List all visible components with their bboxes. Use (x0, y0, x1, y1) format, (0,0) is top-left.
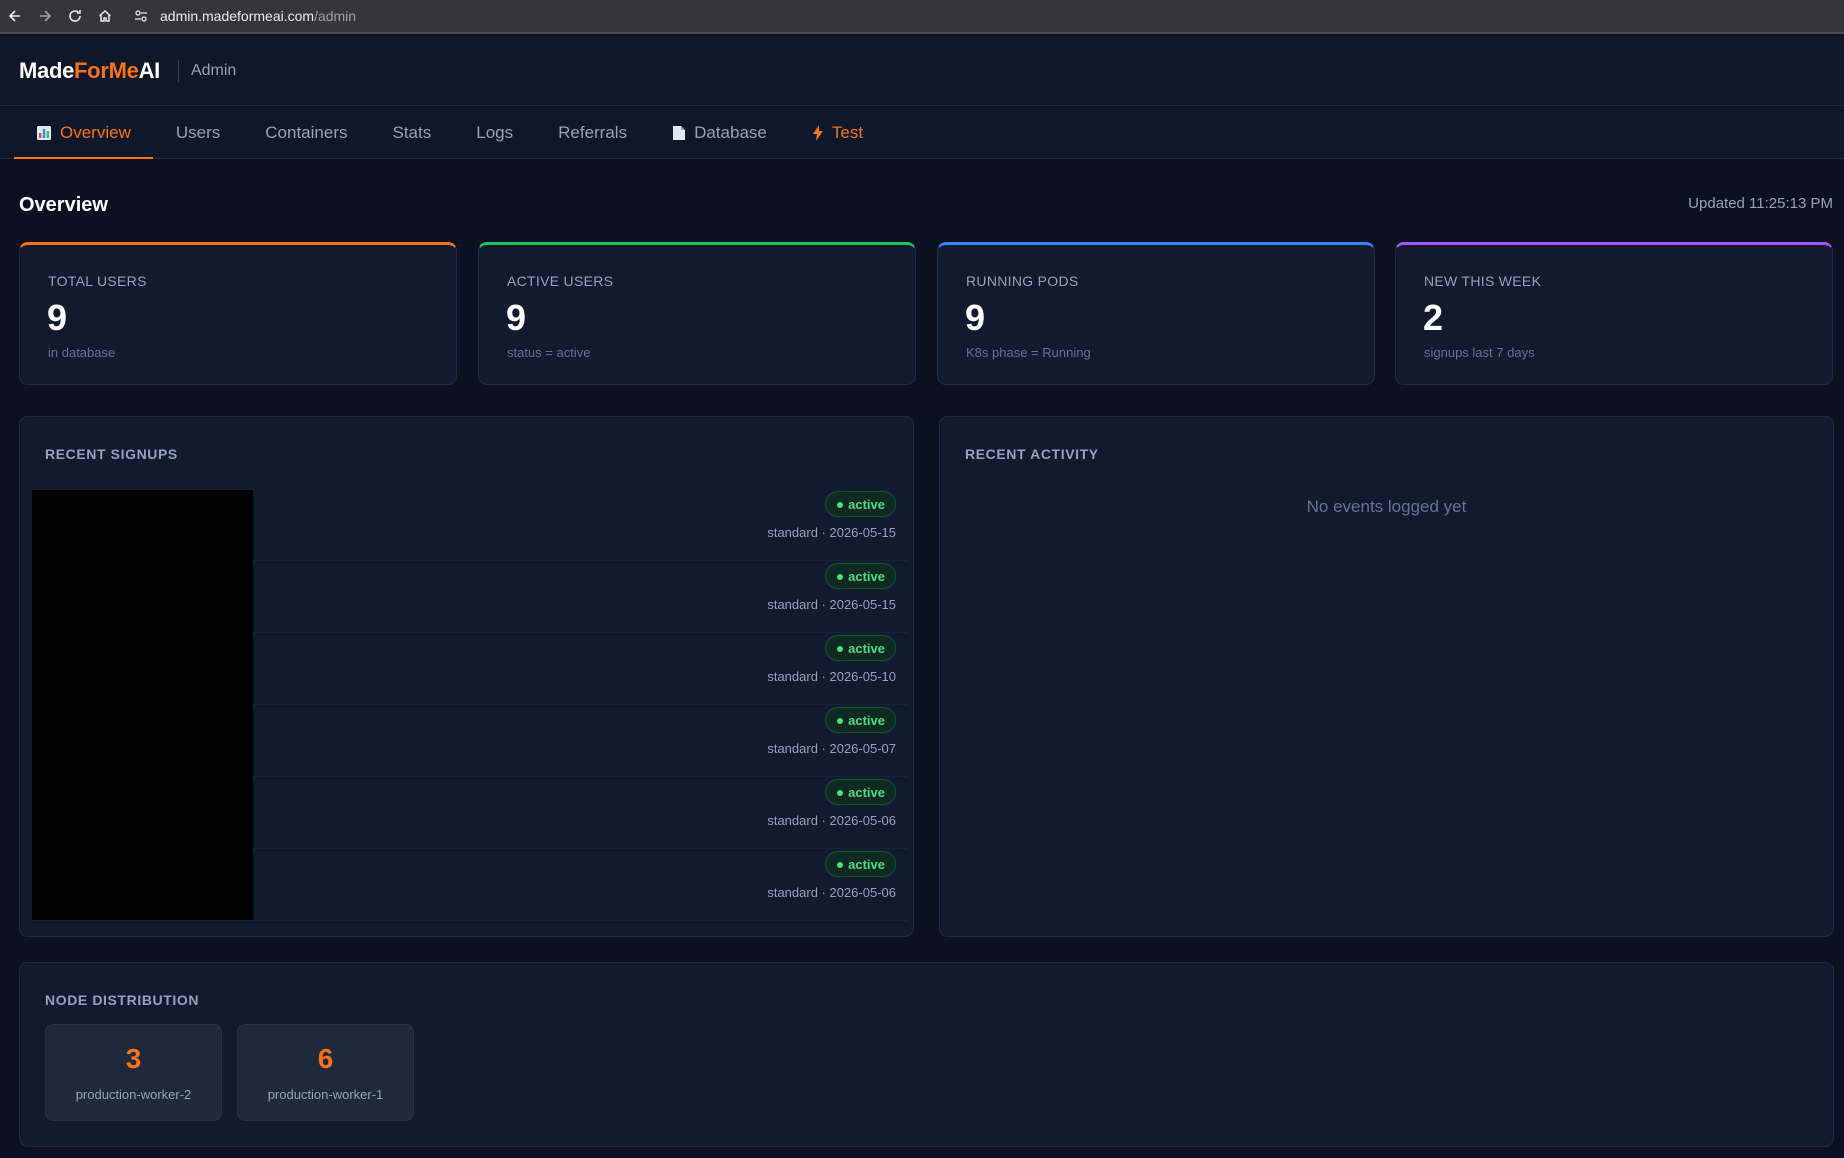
site-info-icon[interactable] (130, 5, 152, 27)
signup-meta: standard · 2026-05-07 (767, 741, 896, 756)
status-badge: active (825, 707, 896, 733)
stat-card-new-this-week: NEW THIS WEEK 2 signups last 7 days (1395, 242, 1833, 385)
status-dot-icon (837, 574, 844, 580)
tab-logs[interactable]: Logs (454, 107, 535, 158)
node-card: 3 production-worker-2 (45, 1024, 222, 1121)
status-text: active (848, 712, 885, 728)
node-distribution-panel: NODE DISTRIBUTION 3 production-worker-2 … (19, 962, 1834, 1147)
reload-icon[interactable] (64, 5, 86, 27)
status-text: active (848, 640, 885, 656)
tab-label: Logs (476, 122, 514, 142)
stat-label: TOTAL USERS (48, 273, 147, 289)
document-icon (672, 125, 686, 141)
brand-logo[interactable]: MadeForMeAI (19, 58, 160, 84)
url-host: admin.madeformeai.com (160, 8, 315, 24)
tab-containers[interactable]: Containers (243, 107, 369, 158)
signup-meta: standard · 2026-05-15 (767, 597, 896, 612)
node-pod-count: 3 (125, 1043, 142, 1074)
recent-activity-panel: RECENT ACTIVITY No events logged yet (939, 416, 1834, 937)
tab-referrals[interactable]: Referrals (536, 107, 649, 158)
status-badge: active (825, 491, 896, 517)
status-badge: active (825, 635, 896, 661)
panel-title: NODE DISTRIBUTION (45, 992, 200, 1008)
status-dot-icon (837, 646, 844, 652)
status-text: active (848, 856, 885, 872)
status-dot-icon (837, 862, 844, 868)
stat-card-total-users: TOTAL USERS 9 in database (19, 242, 457, 385)
status-badge: active (825, 779, 896, 805)
forward-icon[interactable] (34, 5, 56, 27)
home-icon[interactable] (94, 5, 116, 27)
brand-part-made: Made (19, 57, 75, 83)
stat-label: RUNNING PODS (966, 273, 1079, 289)
stat-card-running-pods: RUNNING PODS 9 K8s phase = Running (937, 242, 1375, 385)
tab-label: Overview (60, 122, 131, 142)
tab-label: Referrals (558, 122, 628, 142)
tab-database[interactable]: Database (650, 107, 789, 158)
app-header: MadeForMeAI Admin (0, 36, 1844, 106)
tab-label: Database (694, 122, 767, 142)
stat-label: NEW THIS WEEK (1424, 273, 1542, 289)
node-name: production-worker-1 (267, 1087, 384, 1102)
stat-card-active-users: ACTIVE USERS 9 status = active (478, 242, 916, 385)
panel-title: RECENT SIGNUPS (45, 446, 178, 462)
redaction-overlay (32, 490, 253, 920)
browser-toolbar: admin.madeformeai.com/admin (0, 0, 1844, 34)
tab-label: Containers (265, 122, 348, 142)
node-name: production-worker-2 (75, 1087, 192, 1102)
address-bar[interactable]: admin.madeformeai.com/admin (160, 8, 356, 24)
stat-value: 9 (965, 297, 986, 338)
brand-part-forme: ForMe (74, 57, 139, 83)
status-badge: active (825, 563, 896, 589)
status-dot-icon (837, 790, 844, 796)
tab-test[interactable]: Test (790, 107, 885, 158)
url-path: /admin (314, 8, 357, 24)
status-text: active (848, 496, 885, 512)
tab-bar: Overview Users Containers Stats Logs Ref… (0, 107, 1844, 159)
stat-subtext: in database (48, 345, 116, 360)
tab-label: Users (175, 122, 221, 142)
lightning-icon (812, 124, 824, 141)
stat-value: 9 (506, 297, 527, 338)
brand-part-ai: AI (138, 57, 161, 83)
bar-chart-icon (36, 125, 52, 141)
tab-label: Test (831, 122, 864, 142)
panel-title: RECENT ACTIVITY (965, 446, 1099, 462)
stat-value: 2 (1423, 297, 1444, 338)
tab-label: Stats (392, 122, 432, 142)
stat-subtext: signups last 7 days (1424, 345, 1535, 360)
status-dot-icon (837, 502, 844, 508)
empty-state-text: No events logged yet (1306, 497, 1467, 516)
signup-meta: standard · 2026-05-06 (767, 885, 896, 900)
tab-overview[interactable]: Overview (14, 107, 153, 159)
stat-value: 9 (47, 297, 68, 338)
status-badge: active (825, 851, 896, 877)
page-title: Overview (19, 194, 108, 216)
updated-timestamp: Updated 11:25:13 PM (1688, 195, 1833, 212)
status-text: active (848, 784, 885, 800)
signup-meta: standard · 2026-05-06 (767, 813, 896, 828)
tab-stats[interactable]: Stats (370, 107, 453, 158)
tab-users[interactable]: Users (154, 107, 242, 158)
brand-subtitle: Admin (190, 61, 237, 79)
stat-label: ACTIVE USERS (507, 273, 614, 289)
status-dot-icon (837, 718, 844, 724)
stat-subtext: status = active (507, 345, 591, 360)
brand-divider (177, 59, 179, 82)
node-pod-count: 6 (317, 1043, 334, 1074)
back-icon[interactable] (4, 5, 26, 27)
stat-subtext: K8s phase = Running (966, 345, 1091, 360)
status-text: active (848, 568, 885, 584)
node-card: 6 production-worker-1 (237, 1024, 414, 1121)
signup-meta: standard · 2026-05-15 (767, 525, 896, 540)
signup-meta: standard · 2026-05-10 (767, 669, 896, 684)
